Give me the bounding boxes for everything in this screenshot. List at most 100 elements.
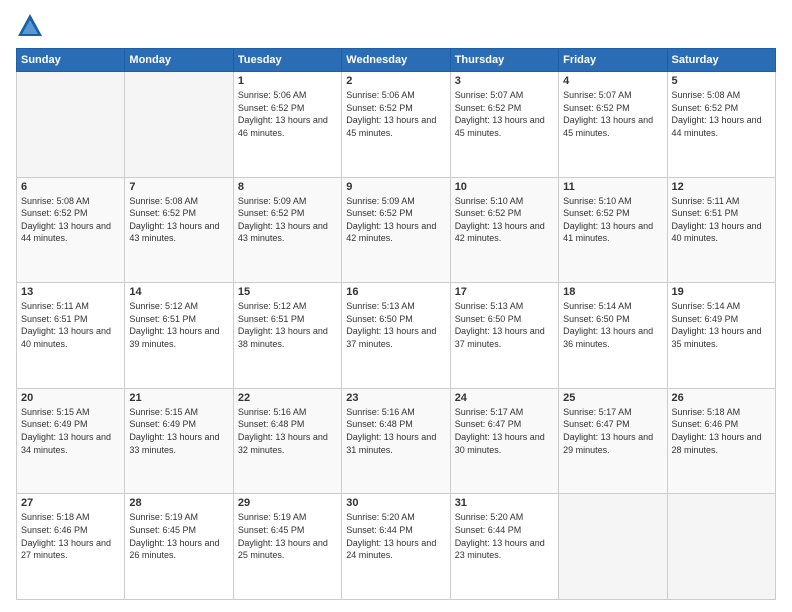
day-number: 23 — [346, 392, 445, 404]
calendar-cell: 5 Sunrise: 5:08 AM Sunset: 6:52 PM Daylig… — [667, 72, 775, 178]
calendar-cell: 6 Sunrise: 5:08 AM Sunset: 6:52 PM Daylig… — [17, 177, 125, 283]
day-number: 27 — [21, 497, 120, 509]
day-info: Sunrise: 5:13 AM Sunset: 6:50 PM Dayligh… — [455, 300, 554, 350]
day-info: Sunrise: 5:11 AM Sunset: 6:51 PM Dayligh… — [21, 300, 120, 350]
day-number: 8 — [238, 181, 337, 193]
day-number: 19 — [672, 286, 771, 298]
day-number: 10 — [455, 181, 554, 193]
day-info: Sunrise: 5:18 AM Sunset: 6:46 PM Dayligh… — [672, 406, 771, 456]
col-header-friday: Friday — [559, 49, 667, 72]
calendar-cell: 25Sunrise: 5:17 AM Sunset: 6:47 PM Dayli… — [559, 388, 667, 494]
page: SundayMondayTuesdayWednesdayThursdayFrid… — [0, 0, 792, 612]
col-header-thursday: Thursday — [450, 49, 558, 72]
day-number: 2 — [346, 75, 445, 87]
calendar-cell: 15Sunrise: 5:12 AM Sunset: 6:51 PM Dayli… — [233, 283, 341, 389]
day-info: Sunrise: 5:15 AM Sunset: 6:49 PM Dayligh… — [129, 406, 228, 456]
day-info: Sunrise: 5:18 AM Sunset: 6:46 PM Dayligh… — [21, 511, 120, 561]
day-info: Sunrise: 5:20 AM Sunset: 6:44 PM Dayligh… — [346, 511, 445, 561]
calendar-cell: 11 Sunrise: 5:10 AM Sunset: 6:52 PM Dayli… — [559, 177, 667, 283]
calendar-cell: 26 Sunrise: 5:18 AM Sunset: 6:46 PM Dayli… — [667, 388, 775, 494]
calendar-cell: 1Sunrise: 5:06 AM Sunset: 6:52 PM Daylig… — [233, 72, 341, 178]
day-number: 22 — [238, 392, 337, 404]
day-number: 16 — [346, 286, 445, 298]
calendar-cell: 4 Sunrise: 5:07 AM Sunset: 6:52 PM Daylig… — [559, 72, 667, 178]
day-number: 18 — [563, 286, 662, 298]
day-number: 11 — [563, 181, 662, 193]
day-info: Sunrise: 5:10 AM Sunset: 6:52 PM Dayligh… — [455, 195, 554, 245]
day-info: Sunrise: 5:14 AM Sunset: 6:49 PM Dayligh… — [672, 300, 771, 350]
day-info: Sunrise: 5:08 AM Sunset: 6:52 PM Dayligh… — [21, 195, 120, 245]
calendar-cell: 19 Sunrise: 5:14 AM Sunset: 6:49 PM Dayli… — [667, 283, 775, 389]
day-number: 24 — [455, 392, 554, 404]
day-info: Sunrise: 5:06 AM Sunset: 6:52 PM Dayligh… — [346, 89, 445, 139]
day-number: 6 — [21, 181, 120, 193]
day-info: Sunrise: 5:07 AM Sunset: 6:52 PM Dayligh… — [455, 89, 554, 139]
calendar-cell — [125, 72, 233, 178]
calendar-cell: 12 Sunrise: 5:11 AM Sunset: 6:51 PM Dayli… — [667, 177, 775, 283]
col-header-sunday: Sunday — [17, 49, 125, 72]
day-info: Sunrise: 5:17 AM Sunset: 6:47 PM Dayligh… — [563, 406, 662, 456]
calendar-cell: 13 Sunrise: 5:11 AM Sunset: 6:51 PM Dayli… — [17, 283, 125, 389]
day-info: Sunrise: 5:09 AM Sunset: 6:52 PM Dayligh… — [346, 195, 445, 245]
day-number: 12 — [672, 181, 771, 193]
calendar-cell: 14 Sunrise: 5:12 AM Sunset: 6:51 PM Dayli… — [125, 283, 233, 389]
day-info: Sunrise: 5:20 AM Sunset: 6:44 PM Dayligh… — [455, 511, 554, 561]
day-info: Sunrise: 5:19 AM Sunset: 6:45 PM Dayligh… — [129, 511, 228, 561]
header — [16, 12, 776, 40]
day-number: 28 — [129, 497, 228, 509]
day-number: 13 — [21, 286, 120, 298]
calendar-cell — [559, 494, 667, 600]
day-info: Sunrise: 5:15 AM Sunset: 6:49 PM Dayligh… — [21, 406, 120, 456]
calendar-cell: 31 Sunrise: 5:20 AM Sunset: 6:44 PM Dayli… — [450, 494, 558, 600]
calendar-cell: 28 Sunrise: 5:19 AM Sunset: 6:45 PM Dayli… — [125, 494, 233, 600]
day-number: 30 — [346, 497, 445, 509]
day-info: Sunrise: 5:06 AM Sunset: 6:52 PM Dayligh… — [238, 89, 337, 139]
day-info: Sunrise: 5:12 AM Sunset: 6:51 PM Dayligh… — [238, 300, 337, 350]
calendar-cell: 8 Sunrise: 5:09 AM Sunset: 6:52 PM Daylig… — [233, 177, 341, 283]
day-info: Sunrise: 5:17 AM Sunset: 6:47 PM Dayligh… — [455, 406, 554, 456]
calendar-cell: 29 Sunrise: 5:19 AM Sunset: 6:45 PM Dayli… — [233, 494, 341, 600]
calendar-cell: 10 Sunrise: 5:10 AM Sunset: 6:52 PM Dayli… — [450, 177, 558, 283]
day-info: Sunrise: 5:10 AM Sunset: 6:52 PM Dayligh… — [563, 195, 662, 245]
calendar-cell: 24 Sunrise: 5:17 AM Sunset: 6:47 PM Dayli… — [450, 388, 558, 494]
day-info: Sunrise: 5:11 AM Sunset: 6:51 PM Dayligh… — [672, 195, 771, 245]
day-number: 5 — [672, 75, 771, 87]
day-info: Sunrise: 5:16 AM Sunset: 6:48 PM Dayligh… — [346, 406, 445, 456]
day-info: Sunrise: 5:09 AM Sunset: 6:52 PM Dayligh… — [238, 195, 337, 245]
day-info: Sunrise: 5:19 AM Sunset: 6:45 PM Dayligh… — [238, 511, 337, 561]
col-header-wednesday: Wednesday — [342, 49, 450, 72]
col-header-tuesday: Tuesday — [233, 49, 341, 72]
col-header-saturday: Saturday — [667, 49, 775, 72]
day-number: 17 — [455, 286, 554, 298]
calendar-cell: 16 Sunrise: 5:13 AM Sunset: 6:50 PM Dayli… — [342, 283, 450, 389]
day-number: 29 — [238, 497, 337, 509]
day-info: Sunrise: 5:08 AM Sunset: 6:52 PM Dayligh… — [129, 195, 228, 245]
calendar-cell: 20Sunrise: 5:15 AM Sunset: 6:49 PM Dayli… — [17, 388, 125, 494]
calendar-cell: 2 Sunrise: 5:06 AM Sunset: 6:52 PM Daylig… — [342, 72, 450, 178]
calendar-cell: 30 Sunrise: 5:20 AM Sunset: 6:44 PM Dayli… — [342, 494, 450, 600]
col-header-monday: Monday — [125, 49, 233, 72]
calendar-cell: 9 Sunrise: 5:09 AM Sunset: 6:52 PM Daylig… — [342, 177, 450, 283]
calendar-cell: 21 Sunrise: 5:15 AM Sunset: 6:49 PM Dayli… — [125, 388, 233, 494]
day-info: Sunrise: 5:12 AM Sunset: 6:51 PM Dayligh… — [129, 300, 228, 350]
day-number: 31 — [455, 497, 554, 509]
day-number: 9 — [346, 181, 445, 193]
day-info: Sunrise: 5:16 AM Sunset: 6:48 PM Dayligh… — [238, 406, 337, 456]
calendar-cell — [17, 72, 125, 178]
calendar-cell: 3Sunrise: 5:07 AM Sunset: 6:52 PM Daylig… — [450, 72, 558, 178]
calendar-cell: 18 Sunrise: 5:14 AM Sunset: 6:50 PM Dayli… — [559, 283, 667, 389]
day-info: Sunrise: 5:13 AM Sunset: 6:50 PM Dayligh… — [346, 300, 445, 350]
day-number: 14 — [129, 286, 228, 298]
day-info: Sunrise: 5:07 AM Sunset: 6:52 PM Dayligh… — [563, 89, 662, 139]
day-number: 4 — [563, 75, 662, 87]
day-info: Sunrise: 5:08 AM Sunset: 6:52 PM Dayligh… — [672, 89, 771, 139]
day-number: 21 — [129, 392, 228, 404]
day-number: 26 — [672, 392, 771, 404]
day-info: Sunrise: 5:14 AM Sunset: 6:50 PM Dayligh… — [563, 300, 662, 350]
calendar-cell: 23 Sunrise: 5:16 AM Sunset: 6:48 PM Dayli… — [342, 388, 450, 494]
calendar-cell: 27 Sunrise: 5:18 AM Sunset: 6:46 PM Dayli… — [17, 494, 125, 600]
calendar-table: SundayMondayTuesdayWednesdayThursdayFrid… — [16, 48, 776, 600]
calendar-cell: 17 Sunrise: 5:13 AM Sunset: 6:50 PM Dayli… — [450, 283, 558, 389]
logo — [16, 12, 48, 40]
day-number: 7 — [129, 181, 228, 193]
